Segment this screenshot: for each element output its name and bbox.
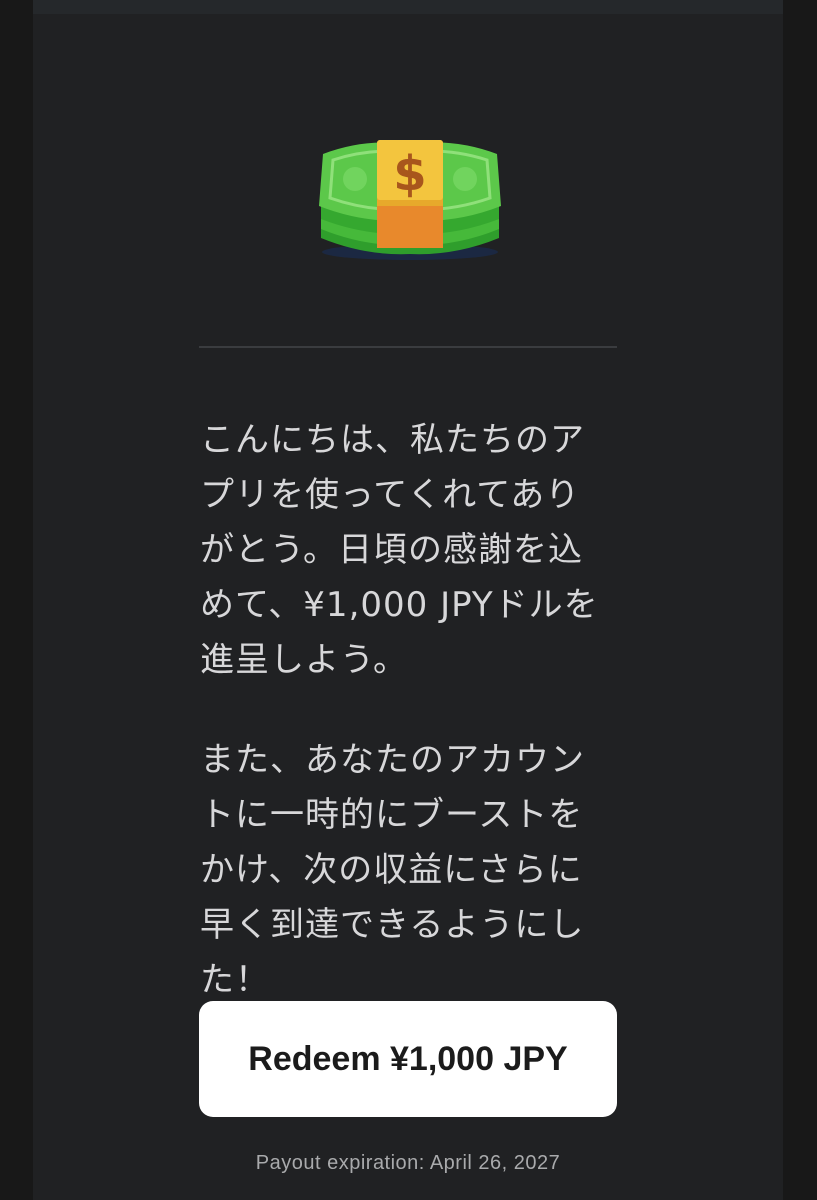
payout-expiration-text: Payout expiration: April 26, 2027 [255, 1152, 561, 1174]
money-bag-icon: $ [319, 140, 501, 260]
greeting-paragraph: こんにちは、私たちのアプリを使ってくれてありがとう。日頃の感謝を込めて、¥1,0… [200, 420, 599, 680]
svg-text:$: $ [393, 146, 426, 202]
card-header-strip [33, 0, 783, 14]
redeem-button-label: Redeem ¥1,000 JPY [248, 1039, 568, 1078]
boost-paragraph: また、あなたのアカウントに一時的にブーストをかけ、次の収益にさらに早く到達できる… [200, 740, 585, 1000]
redeem-button[interactable]: Redeem ¥1,000 JPY [199, 1001, 617, 1117]
page-background: $ こんにちは、私たちのアプリを使ってくれてありがとう。日頃の感謝を込めて、¥1… [0, 0, 817, 1200]
email-card: $ こんにちは、私たちのアプリを使ってくれてありがとう。日頃の感謝を込めて、¥1… [33, 0, 783, 1200]
divider [199, 346, 617, 348]
